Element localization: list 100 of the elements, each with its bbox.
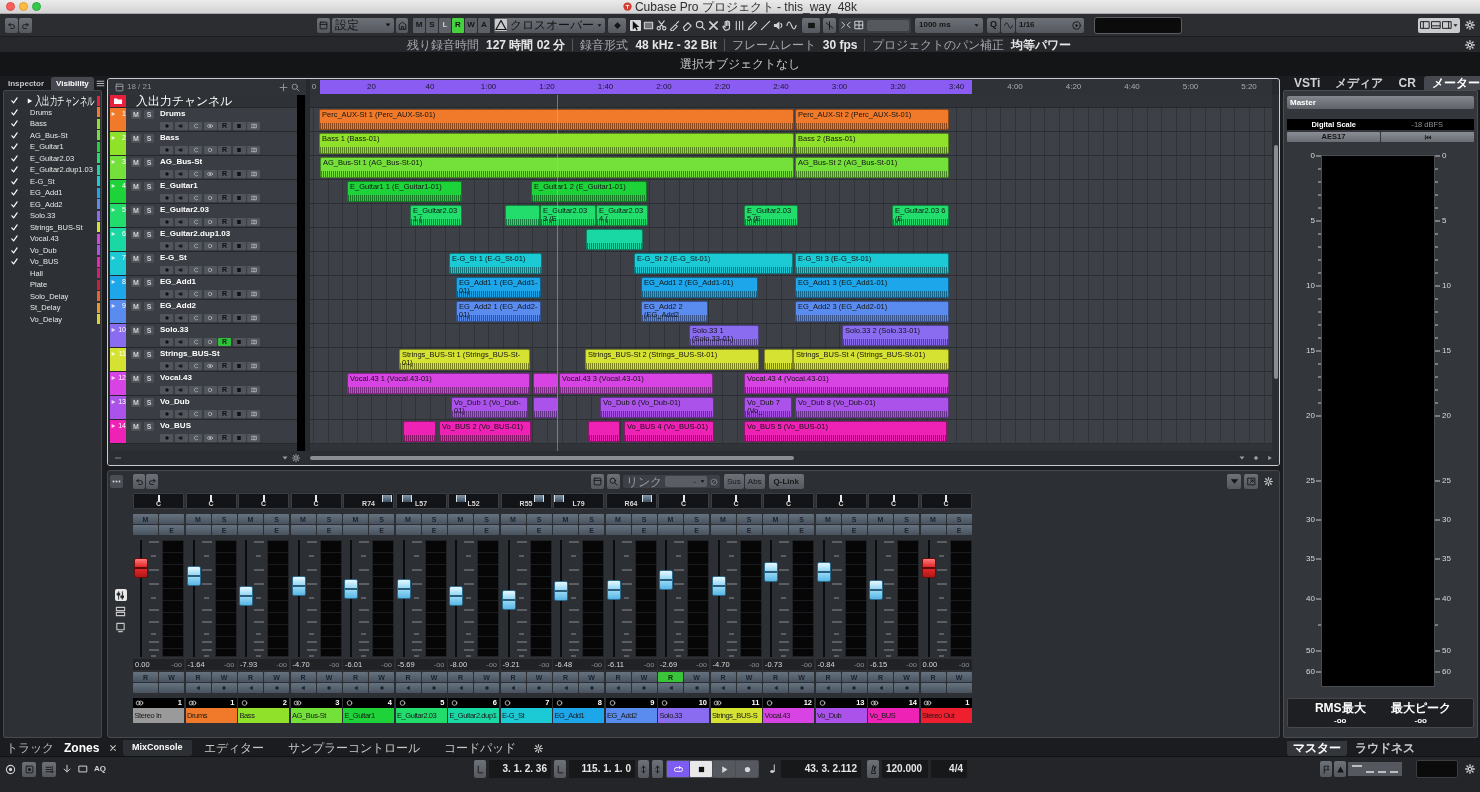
left-locator-button[interactable] — [474, 760, 486, 778]
timebase-button[interactable] — [189, 121, 202, 130]
eraser-icon[interactable] — [682, 19, 693, 31]
redo-button[interactable] — [146, 474, 158, 489]
linked-rings-icon[interactable] — [870, 699, 879, 707]
box-icon[interactable] — [78, 764, 88, 774]
fader-handle[interactable] — [921, 558, 936, 579]
caret-icon[interactable] — [282, 455, 288, 461]
fader-handle[interactable] — [291, 576, 306, 597]
write-automation-button[interactable] — [232, 217, 246, 226]
audio-event[interactable] — [533, 397, 558, 418]
record-enable-button[interactable] — [160, 193, 173, 202]
write-automation-button[interactable] — [232, 241, 246, 250]
linked-rings-icon[interactable] — [187, 699, 197, 707]
monitor-button[interactable] — [395, 683, 421, 693]
automation-mode-button[interactable]: A — [478, 17, 490, 33]
vertical-scrollbar[interactable] — [1273, 145, 1278, 379]
monitor-button[interactable] — [815, 683, 841, 693]
caret-icon[interactable] — [1239, 455, 1245, 461]
write-automation-button[interactable] — [232, 145, 246, 154]
checkmark-icon[interactable] — [11, 166, 18, 174]
more-button[interactable] — [247, 265, 260, 274]
checkmark-icon[interactable] — [11, 246, 18, 254]
grid-icon[interactable] — [854, 20, 864, 30]
quantize-toggle-button[interactable]: Q — [987, 17, 1000, 33]
diamond-icon[interactable] — [1253, 455, 1259, 461]
audio-event[interactable] — [533, 373, 558, 394]
checkmark-icon[interactable] — [11, 131, 18, 139]
monitor-button[interactable] — [174, 433, 188, 442]
record-enable-button[interactable] — [211, 683, 237, 693]
ring-icon[interactable] — [502, 699, 512, 707]
audio-event[interactable] — [403, 421, 436, 442]
pencil-icon[interactable] — [747, 19, 758, 31]
more-button[interactable] — [247, 433, 260, 442]
undo-button[interactable] — [133, 474, 145, 489]
record-enable-button[interactable] — [474, 683, 499, 693]
meter-mode-tab[interactable]: ラウドネス — [1349, 740, 1421, 756]
record-enable-button[interactable] — [160, 337, 173, 346]
record-enable-button[interactable] — [841, 683, 867, 693]
checkmark-icon[interactable] — [11, 200, 18, 208]
timebase-button[interactable] — [189, 241, 202, 250]
monitor-button[interactable] — [174, 145, 188, 154]
automation-mode-button[interactable]: R — [452, 17, 464, 33]
record-enable-button[interactable] — [631, 683, 657, 693]
panel-tab[interactable]: メディア — [1328, 76, 1391, 90]
q-link-button[interactable]: Q-Link — [768, 474, 804, 489]
pan-indicator[interactable] — [381, 495, 392, 502]
checkmark-icon[interactable] — [11, 108, 18, 116]
monitor-button[interactable] — [238, 683, 263, 693]
redo-button[interactable] — [19, 17, 32, 33]
more-button[interactable] — [247, 193, 260, 202]
audio-event[interactable] — [505, 205, 540, 226]
fader-handle[interactable] — [554, 580, 568, 601]
monitor-button[interactable] — [174, 361, 188, 370]
pan-indicator[interactable] — [262, 495, 265, 502]
color-button[interactable] — [802, 17, 820, 33]
timebase-button[interactable] — [189, 385, 202, 394]
preset-panel-button[interactable] — [317, 17, 330, 33]
right-triangle-icon[interactable] — [1267, 455, 1273, 461]
fader-handle[interactable] — [134, 558, 148, 579]
rectangle-icon[interactable] — [643, 19, 654, 31]
zoom-button[interactable] — [32, 2, 41, 11]
audio-event[interactable] — [764, 349, 793, 370]
search-icon[interactable] — [291, 82, 300, 92]
ring-icon[interactable] — [345, 699, 354, 707]
magnifier-icon[interactable] — [695, 19, 706, 31]
write-automation-button[interactable] — [232, 433, 246, 442]
undo-button[interactable] — [5, 17, 18, 33]
timebase-button[interactable] — [189, 193, 202, 202]
pan-indicator[interactable] — [534, 495, 545, 502]
fader-handle[interactable] — [606, 579, 621, 600]
record-enable-button[interactable] — [789, 683, 814, 693]
snap-toggle-button[interactable] — [823, 17, 836, 33]
record-enable-button[interactable] — [160, 289, 173, 298]
fader-handle[interactable] — [501, 589, 516, 610]
record-enable-button[interactable] — [684, 683, 709, 693]
checkmark-icon[interactable] — [11, 143, 18, 151]
record-button[interactable] — [736, 761, 758, 777]
lower-zone-tab[interactable]: エディター — [191, 740, 276, 756]
monitor-button[interactable] — [174, 385, 188, 394]
marker-button[interactable] — [1320, 761, 1332, 777]
checkmark-icon[interactable] — [11, 212, 18, 220]
lower-zone-tab[interactable]: コードパッド — [431, 740, 528, 756]
monitor-button[interactable] — [174, 121, 188, 130]
monitor-button[interactable] — [174, 265, 188, 274]
automation-mode-button[interactable]: W — [465, 17, 477, 33]
timebase-button[interactable] — [189, 361, 202, 370]
circle-slash-icon[interactable] — [710, 477, 718, 486]
monitor-button[interactable] — [174, 337, 188, 346]
zone-tab[interactable]: Zones — [64, 742, 100, 754]
record-enable-button[interactable] — [316, 683, 342, 693]
ring-icon[interactable] — [397, 699, 407, 707]
pan-indicator[interactable] — [787, 495, 790, 502]
link-dropdown[interactable]: - — [665, 476, 707, 487]
preset-dropdown[interactable]: 設定 — [332, 17, 394, 33]
zone-tab[interactable]: トラック — [6, 742, 54, 754]
tempo-button[interactable] — [1334, 761, 1346, 777]
nudge-dropdown[interactable]: 1000 ms — [915, 17, 983, 33]
caret-icon[interactable] — [1453, 22, 1458, 28]
monitor-button[interactable] — [868, 683, 893, 693]
